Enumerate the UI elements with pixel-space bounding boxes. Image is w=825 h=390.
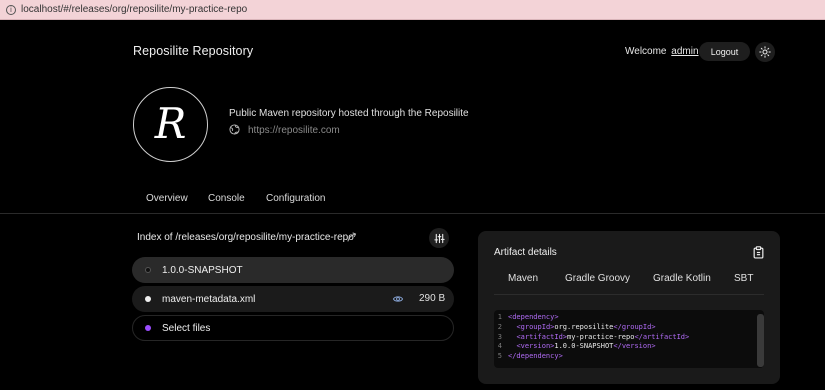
- repository-description: Public Maven repository hosted through t…: [229, 108, 469, 119]
- logo-letter: R: [154, 99, 187, 148]
- file-name: 1.0.0-SNAPSHOT: [162, 264, 243, 276]
- tab-gradle-groovy[interactable]: Gradle Groovy: [565, 273, 630, 284]
- select-files-label: Select files: [162, 322, 211, 334]
- file-name: maven-metadata.xml: [162, 293, 256, 305]
- directory-dot-icon: [145, 267, 151, 273]
- code-value: my-practice-repo: [567, 332, 635, 341]
- code-tag: </dependency>: [508, 352, 563, 361]
- file-size: 290 B: [419, 293, 446, 304]
- code-tag: </groupId>: [613, 322, 656, 331]
- username-link[interactable]: admin: [671, 46, 698, 57]
- index-title: Index of /releases/org/reposilite/my-pra…: [137, 232, 354, 243]
- repository-logo: R: [133, 87, 208, 162]
- tab-gradle-kotlin[interactable]: Gradle Kotlin: [653, 273, 711, 284]
- eye-icon[interactable]: [393, 294, 403, 304]
- globe-icon: [229, 124, 240, 135]
- tab-configuration[interactable]: Configuration: [266, 193, 325, 204]
- clipboard-icon[interactable]: [753, 246, 764, 259]
- code-tag: <version>: [516, 342, 555, 351]
- code-tag: <groupId>: [516, 322, 555, 331]
- theme-toggle-button[interactable]: [755, 42, 775, 62]
- site-info-icon[interactable]: i: [6, 4, 16, 15]
- tab-console[interactable]: Console: [208, 193, 245, 204]
- tab-sbt[interactable]: SBT: [734, 273, 753, 284]
- tabs-divider: [0, 213, 825, 214]
- panel-tabs-divider: [494, 294, 764, 295]
- tab-maven[interactable]: Maven: [508, 273, 538, 284]
- browser-address-bar[interactable]: i localhost/#/releases/org/reposilite/my…: [0, 0, 825, 20]
- select-files-button[interactable]: Select files: [132, 315, 454, 341]
- line-number: 1: [497, 313, 502, 321]
- line-number: 2: [497, 322, 502, 331]
- code-value: org.reposilite: [554, 322, 614, 331]
- welcome-label: Welcome: [625, 46, 667, 57]
- code-line: 1 <dependency>: [494, 313, 764, 323]
- code-scrollbar[interactable]: [757, 314, 764, 367]
- line-number: 3: [497, 332, 502, 341]
- code-line: 5 </dependency>: [494, 352, 764, 362]
- code-line: 3 <artifactId> my-practice-repo </artifact…: [494, 333, 764, 343]
- code-tag: <dependency>: [508, 313, 559, 321]
- sun-icon: [759, 46, 771, 58]
- code-line: 2 <groupId> org.reposilite </groupId>: [494, 323, 764, 333]
- dependency-code-block[interactable]: 1 <dependency> 2 <groupId> org.reposilite <…: [494, 310, 764, 368]
- url-text: localhost/#/releases/org/reposilite/my-p…: [21, 4, 248, 15]
- website-link[interactable]: https://reposilite.com: [248, 125, 340, 136]
- line-number: 5: [497, 352, 502, 361]
- sliders-icon: [433, 233, 445, 243]
- code-tag: <artifactId>: [516, 332, 568, 341]
- upload-dot-icon: [145, 325, 151, 331]
- share-arrow-icon[interactable]: [346, 231, 358, 243]
- welcome-message: Welcome admin: [625, 46, 699, 57]
- file-row-snapshot[interactable]: 1.0.0-SNAPSHOT: [132, 257, 454, 283]
- code-line: 4 <version> 1.0.0-SNAPSHOT </version>: [494, 342, 764, 352]
- artifact-details-title: Artifact details: [494, 247, 557, 258]
- tab-overview[interactable]: Overview: [146, 193, 188, 204]
- code-tag: </version>: [613, 342, 656, 351]
- site-title: Reposilite Repository: [133, 44, 254, 58]
- file-row-metadata[interactable]: maven-metadata.xml: [132, 286, 454, 312]
- line-number: 4: [497, 342, 502, 351]
- logout-button[interactable]: Logout: [699, 42, 750, 61]
- index-settings-button[interactable]: [429, 228, 449, 248]
- code-value: 1.0.0-SNAPSHOT: [554, 342, 614, 351]
- code-tag: </artifactId>: [634, 332, 690, 341]
- file-dot-icon: [145, 296, 151, 302]
